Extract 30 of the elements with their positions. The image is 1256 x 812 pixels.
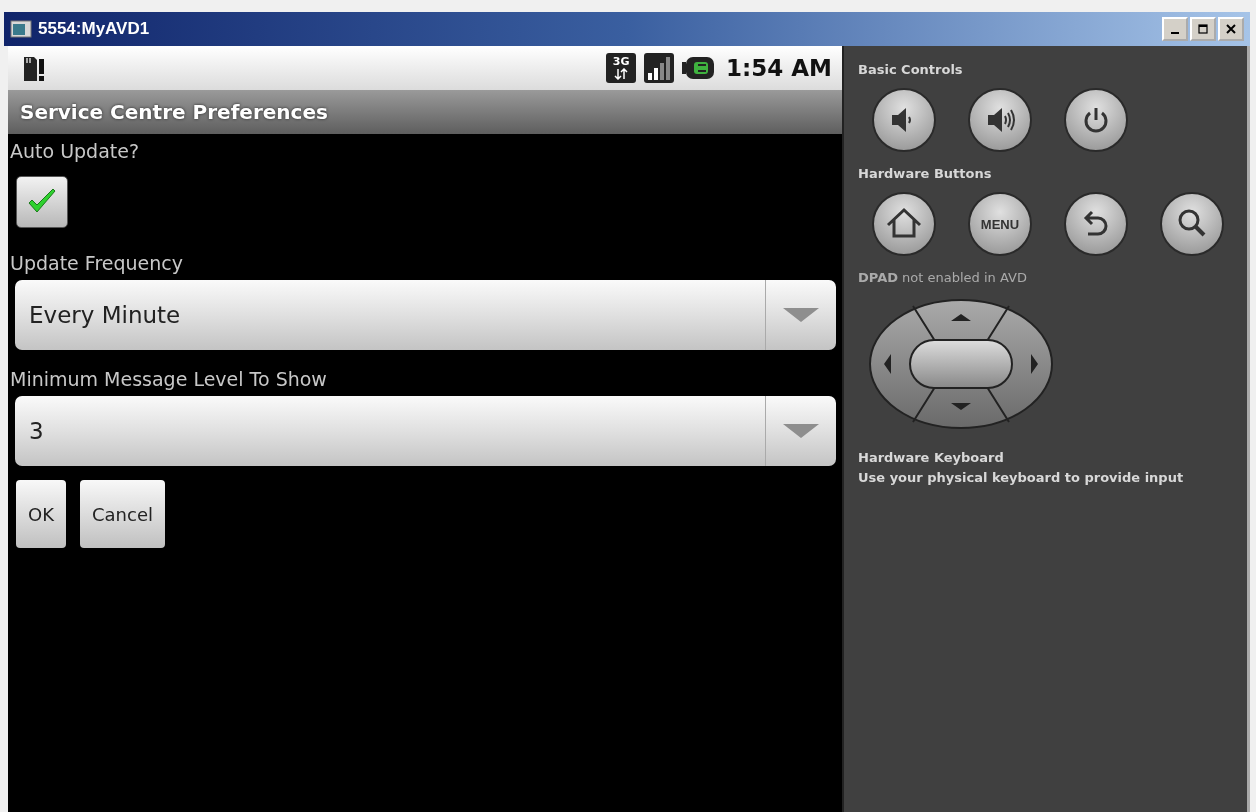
minimize-icon	[1171, 31, 1179, 34]
keyboard-note: Use your physical keyboard to provide input	[858, 469, 1185, 487]
ok-button[interactable]: OK	[16, 480, 66, 548]
preference-label: Minimum Message Level To Show	[10, 368, 327, 390]
dropdown-arrow-icon	[783, 308, 819, 322]
menu-button[interactable]: MENU	[968, 192, 1032, 256]
dropdown[interactable]: Every Minute	[15, 280, 836, 350]
maximize-button[interactable]	[1190, 17, 1216, 41]
section-title: Basic Controls	[858, 61, 964, 79]
app-title: Service Centre Preferences	[20, 100, 328, 124]
window-title: 5554:MyAVD1	[38, 19, 150, 39]
dpad-note: DPAD not enabled in AVD	[858, 269, 1028, 287]
dpad[interactable]	[868, 298, 1054, 430]
maximize-icon	[1198, 24, 1208, 34]
window-icon	[10, 20, 32, 38]
dropdown-arrow-icon	[783, 424, 819, 438]
network-type-icon: 3G	[606, 53, 637, 83]
preference-label: Auto Update?	[10, 140, 140, 162]
signal-icon	[644, 53, 675, 83]
section-title: Hardware Buttons	[858, 165, 993, 183]
minimize-button[interactable]	[1162, 17, 1188, 41]
preference-label: Update Frequency	[10, 252, 183, 274]
clock: 1:54 AM	[726, 55, 832, 81]
battery-icon	[682, 56, 715, 80]
close-button[interactable]	[1218, 17, 1244, 41]
close-icon	[1226, 24, 1236, 34]
section-title: Hardware Keyboard	[858, 449, 1005, 467]
auto-update-checkbox[interactable]	[16, 176, 68, 228]
cancel-button[interactable]: Cancel	[80, 480, 165, 548]
dropdown[interactable]: 3	[15, 396, 836, 466]
